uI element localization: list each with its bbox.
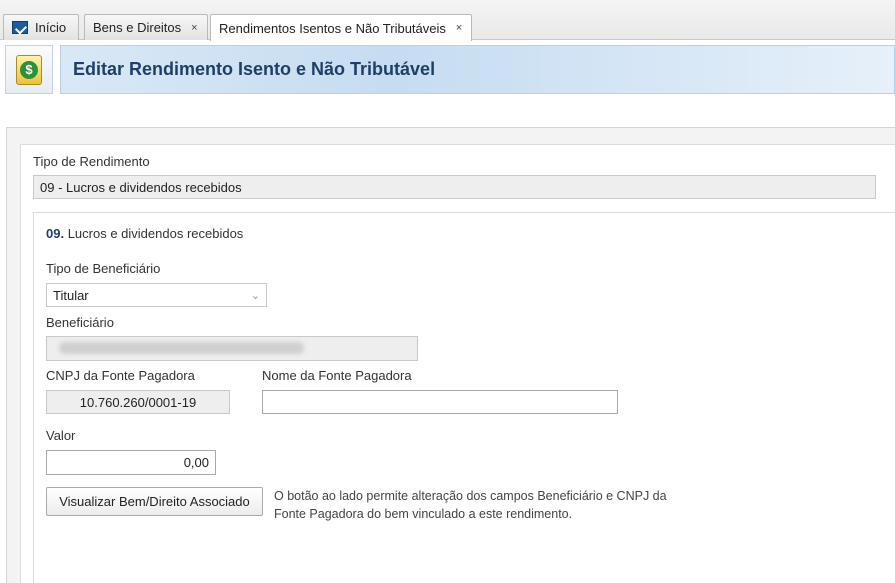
tipo-rendimento-value: 09 - Lucros e dividendos recebidos [40,179,242,195]
tipo-beneficiario-value: Titular [53,287,89,303]
close-icon[interactable]: × [456,22,462,34]
tipo-beneficiario-label: Tipo de Beneficiário [46,261,161,276]
tipo-rendimento-field: 09 - Lucros e dividendos recebidos [33,175,876,199]
tab-label: Rendimentos Isentos e Não Tributáveis [219,20,446,36]
home-icon [12,21,28,34]
money-document-icon: $ [16,54,42,85]
chevron-down-icon: ⌄ [250,289,260,302]
tab-rendimentos-isentos[interactable]: Rendimentos Isentos e Não Tributáveis × [210,14,472,41]
tab-bar: Início Bens e Direitos × Rendimentos Ise… [0,0,895,41]
tab-inicio[interactable]: Início [3,14,79,40]
valor-input[interactable]: 0,00 [46,450,216,475]
cnpj-label: CNPJ da Fonte Pagadora [46,368,195,383]
tab-label: Início [35,20,67,35]
visualizar-bem-direito-button[interactable]: Visualizar Bem/Direito Associado [46,487,263,516]
tipo-rendimento-label: Tipo de Rendimento [33,154,150,169]
nome-fonte-input[interactable] [262,390,618,414]
header-icon-box: $ [5,45,53,94]
beneficiario-field [46,336,418,361]
dollar-icon: $ [20,60,38,79]
page-title: Editar Rendimento Isento e Não Tributáve… [73,59,436,79]
helper-note: O botão ao lado permite alteração dos ca… [274,489,667,521]
nome-fonte-label: Nome da Fonte Pagadora [262,368,412,383]
page-header: $ Editar Rendimento Isento e Não Tributá… [5,45,895,94]
beneficiario-label: Beneficiário [46,315,114,330]
section-heading: 09. Lucros e dividendos recebidos [46,226,243,241]
valor-label: Valor [46,428,76,443]
tab-bens-direitos[interactable]: Bens e Direitos × [84,14,208,40]
section-code: 09. [46,226,65,241]
section-title: Lucros e dividendos recebidos [67,226,244,241]
header-title-box: Editar Rendimento Isento e Não Tributáve… [60,45,895,94]
tab-label: Bens e Direitos [93,20,182,35]
redacted-name [59,342,304,354]
close-icon[interactable]: × [191,22,197,34]
cnpj-field: 10.760.260/0001-19 [46,390,230,414]
valor-value: 0,00 [183,455,209,470]
tipo-beneficiario-select[interactable]: Titular ⌄ [46,283,267,307]
cnpj-value: 10.760.260/0001-19 [79,394,197,410]
